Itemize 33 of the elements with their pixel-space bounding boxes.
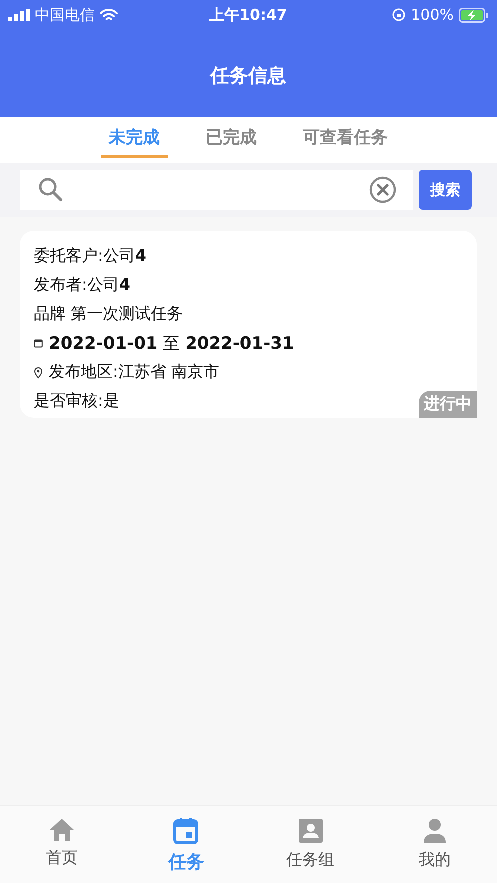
task-detail: 发布地区:江苏省 南京市 — [49, 362, 220, 383]
task-detail: 2022-01-01 至 2022-01-31 — [49, 333, 294, 355]
wifi-icon — [100, 8, 118, 22]
search-field[interactable] — [20, 170, 413, 210]
clear-icon[interactable] — [369, 176, 397, 204]
contact-card-icon — [298, 818, 324, 844]
task-card[interactable]: 委托客户:公司4 发布者:公司4 品牌 第一次测试任务 2022-01-01 至 2022-01-31 发布地区:江苏省 南京市 是否审核:是 进行中 — [20, 231, 477, 418]
calendar-icon — [34, 339, 43, 348]
search-icon — [38, 177, 64, 203]
battery-percent: 100% — [411, 6, 454, 24]
home-icon — [49, 818, 76, 842]
nav-item[interactable]: 任务组 — [270, 818, 351, 871]
task-detail: 是否审核:是 — [34, 391, 120, 412]
rotation-lock-icon — [392, 8, 406, 22]
battery-icon — [459, 8, 489, 22]
location-pin-icon — [34, 366, 43, 378]
task-detail: 品牌 第一次测试任务 — [34, 304, 184, 325]
search-button[interactable]: 搜索 — [419, 170, 472, 210]
nav-item[interactable]: 我的 — [394, 818, 475, 871]
nav-item[interactable]: 首页 — [22, 818, 102, 869]
status-time: 上午10:47 — [210, 6, 288, 24]
tab[interactable]: 未完成 — [101, 117, 168, 158]
page-title: 任务信息 — [210, 64, 286, 89]
calendar-icon — [173, 818, 200, 844]
nav-item[interactable]: 任务 — [146, 818, 226, 874]
status-badge: 进行中 — [419, 391, 477, 418]
carrier-name: 中国电信 — [35, 6, 95, 24]
tab[interactable]: 可查看任务 — [295, 117, 396, 158]
person-icon — [422, 818, 447, 844]
tab[interactable]: 已完成 — [198, 117, 265, 158]
task-detail: 发布者:公司4 — [34, 275, 131, 296]
signal-icon — [8, 9, 30, 21]
task-detail: 委托客户:公司4 — [34, 246, 147, 267]
